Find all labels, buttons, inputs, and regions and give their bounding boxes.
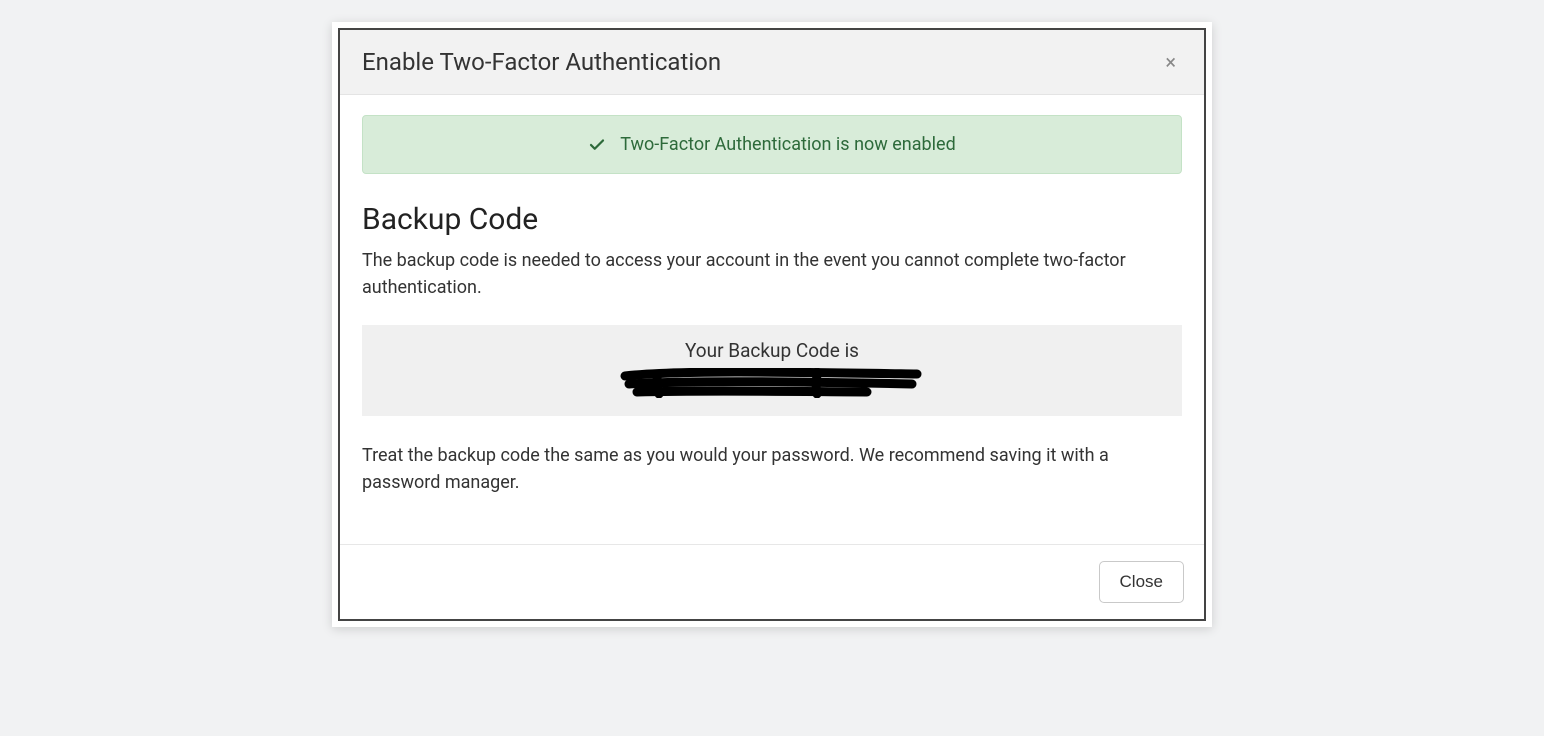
backup-code-label: Your Backup Code is <box>374 339 1170 362</box>
backup-code-box: Your Backup Code is <box>362 325 1182 416</box>
success-alert: Two-Factor Authentication is now enabled <box>362 115 1182 174</box>
backup-code-advice: Treat the backup code the same as you wo… <box>362 442 1182 496</box>
modal-title: Enable Two-Factor Authentication <box>362 48 721 76</box>
backup-code-redaction <box>617 368 927 398</box>
screenshot-frame: Enable Two-Factor Authentication × Two-F… <box>332 22 1212 627</box>
modal-window: Enable Two-Factor Authentication × Two-F… <box>338 28 1206 621</box>
modal-footer: Close <box>340 544 1204 619</box>
backup-code-heading: Backup Code <box>362 202 1182 237</box>
backup-code-description: The backup code is needed to access your… <box>362 247 1182 301</box>
modal-header: Enable Two-Factor Authentication × <box>340 30 1204 95</box>
close-button[interactable]: Close <box>1099 561 1184 603</box>
success-alert-text: Two-Factor Authentication is now enabled <box>620 134 955 155</box>
close-icon[interactable]: × <box>1159 48 1182 76</box>
check-icon <box>588 136 606 154</box>
two-factor-modal: Enable Two-Factor Authentication × Two-F… <box>340 30 1204 619</box>
modal-body: Two-Factor Authentication is now enabled… <box>340 95 1204 544</box>
